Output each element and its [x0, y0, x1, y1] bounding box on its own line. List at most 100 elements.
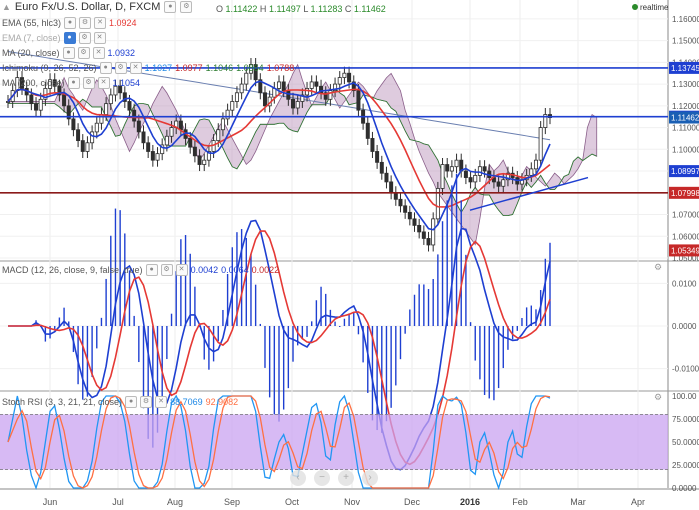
legend-macd[interactable]: MACD (12, 26, close, 9, false, true) ● ⚙ ✕…: [2, 264, 279, 276]
expand-icon[interactable]: ▲: [2, 2, 11, 12]
price-badge-label: 1.08997: [671, 167, 699, 176]
candle-body: [365, 122, 370, 139]
candle-body: [62, 94, 67, 107]
candle-body: [468, 177, 473, 183]
eye-icon: ●: [99, 62, 112, 74]
close-icon: ✕: [92, 47, 105, 59]
stoch-tick-label: 25.0000: [672, 461, 699, 470]
macd-tick-label: 0.0100: [672, 279, 697, 288]
low-value: 1.11283: [310, 4, 343, 14]
candle-body: [412, 218, 417, 226]
time-tick-label: Mar: [570, 497, 586, 507]
stoch-rsi-band: [0, 414, 668, 470]
gear-icon: ⚙: [114, 62, 127, 74]
price-tick-label: 1.06000: [672, 232, 699, 241]
scroll-left-icon[interactable]: ‹: [290, 470, 306, 486]
price-badge-label: 1.11462: [671, 114, 699, 123]
candle-body: [220, 118, 225, 131]
candle-body: [286, 90, 291, 100]
candle-body: [529, 168, 534, 176]
macd-tick-label: -0.0100: [672, 365, 699, 374]
legend-ichimoku[interactable]: Ichimoku (9, 26, 52, 26) ● ⚙ ✕ 1.1027 1.09…: [2, 62, 294, 74]
price-tick-label: 1.07000: [672, 211, 699, 220]
candle-body: [375, 151, 380, 163]
zoom-out-icon[interactable]: −: [314, 470, 330, 486]
candle-body: [398, 198, 403, 207]
legend-stoch-rsi[interactable]: Stoch RSI (3, 3, 21, 21, close) ● ⚙ ✕ 88.7…: [2, 396, 238, 408]
price-tick-label: 1.10000: [672, 145, 699, 154]
candle-body: [146, 142, 151, 152]
price-badge-label: 1.07998: [671, 189, 699, 198]
gear-icon: ⚙: [160, 264, 173, 276]
candle-body: [38, 98, 43, 111]
scroll-right-icon[interactable]: ›: [362, 470, 378, 486]
candle-body: [337, 77, 342, 85]
zoom-in-icon[interactable]: +: [338, 470, 354, 486]
candle-body: [356, 90, 361, 111]
realtime-indicator: realtime: [632, 3, 668, 12]
candle-body: [136, 120, 141, 133]
gear-icon: ⚙: [140, 396, 153, 408]
candle-body: [230, 101, 235, 111]
candle-body: [473, 174, 478, 183]
price-tick-label: 1.13000: [672, 80, 699, 89]
candle-body: [454, 159, 459, 168]
gear-icon: ⚙: [79, 17, 92, 29]
close-icon: ✕: [93, 32, 106, 44]
candle-body: [34, 103, 39, 111]
legend-ma200[interactable]: MA (200, close) ● ⚙ ✕ 1.1054: [2, 77, 140, 89]
close-icon: ✕: [129, 62, 142, 74]
legend-ma20[interactable]: MA (20, close) ● ⚙ ✕ 1.0932: [2, 47, 135, 59]
price-tick-label: 1.15000: [672, 37, 699, 46]
candle-body: [108, 94, 113, 105]
symbol-title: Euro Fx/U.S. Dollar, D, FXCM: [14, 1, 161, 13]
chart-root: Jun Jul Aug Sep Oct Nov Dec 2016 Feb Mar Apr 1.1600…: [0, 0, 699, 510]
time-tick-label: Apr: [631, 497, 645, 507]
gear-icon: ⚙: [78, 32, 91, 44]
candle-body: [104, 103, 109, 115]
candle-body: [127, 101, 132, 111]
candle-body: [389, 181, 394, 194]
candle-body: [132, 109, 137, 122]
pane-settings-icon: ⚙: [654, 393, 662, 403]
macd-tick-label: 0.0000: [672, 322, 697, 331]
close-value: 1.11462: [353, 4, 386, 14]
candle-body: [272, 88, 277, 98]
candle-body: [291, 98, 296, 109]
candle-body: [150, 151, 155, 161]
eye-icon: ●: [64, 17, 77, 29]
stoch-tick-label: 75.0000: [672, 415, 699, 424]
candle-body: [141, 131, 146, 144]
candle-body: [449, 166, 454, 172]
candle-body: [347, 72, 352, 83]
time-tick-label: Sep: [224, 497, 240, 507]
candle-body: [482, 166, 487, 172]
candle-body: [85, 142, 90, 152]
time-tick-label: Feb: [512, 497, 528, 507]
stoch-tick-label: 50.0000: [672, 438, 699, 447]
candle-body: [188, 138, 193, 148]
settings-icon[interactable]: ⚙: [180, 1, 193, 13]
high-value: 1.11497: [268, 4, 301, 14]
candle-body: [426, 238, 431, 246]
price-tick-label: 1.16000: [672, 15, 699, 24]
candle-body: [71, 118, 76, 131]
candle-body: [445, 164, 450, 172]
candle-body: [276, 81, 281, 89]
candle-body: [309, 81, 314, 89]
visibility-icon[interactable]: ●: [164, 1, 177, 13]
legend-ema7[interactable]: EMA (7, close) ● ⚙ ✕: [2, 32, 106, 44]
candle-body: [155, 153, 160, 161]
price-tick-label: 1.12000: [672, 102, 699, 111]
open-value: 1.11422: [225, 4, 258, 14]
candle-body: [178, 120, 183, 131]
candle-body: [164, 135, 169, 146]
eye-icon: ●: [63, 32, 76, 44]
candle-body: [463, 170, 468, 178]
candle-body: [403, 205, 408, 213]
legend-ema55[interactable]: EMA (55, hlc3) ● ⚙ ✕ 1.0924: [2, 17, 137, 29]
candle-body: [192, 146, 197, 157]
price-badge-label: 1.05349: [671, 246, 699, 255]
candle-body: [496, 181, 501, 187]
eye-icon: ●: [67, 77, 80, 89]
